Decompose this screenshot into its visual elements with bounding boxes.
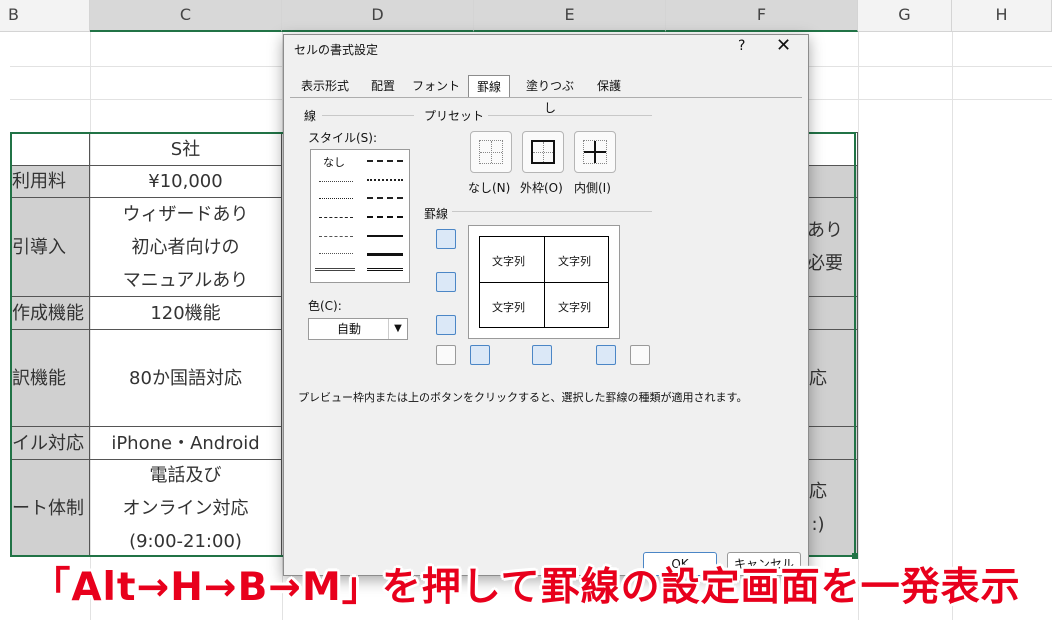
- tab-border[interactable]: 罫線: [468, 75, 510, 98]
- border-left-button[interactable]: [470, 345, 490, 365]
- column-header-f[interactable]: F: [666, 0, 858, 32]
- tab-font[interactable]: フォント: [412, 75, 460, 97]
- close-icon[interactable]: ✕: [776, 35, 791, 56]
- border-middle-h-button[interactable]: [436, 272, 456, 292]
- border-right-button[interactable]: [596, 345, 616, 365]
- preset-outline-label: 外枠(O): [520, 181, 563, 195]
- tab-protection[interactable]: 保護: [590, 75, 628, 97]
- style-label: スタイル(S):: [308, 131, 378, 145]
- column-header-g[interactable]: G: [858, 0, 952, 32]
- column-header-b[interactable]: B: [0, 0, 90, 32]
- preview-text: 文字列: [558, 301, 591, 314]
- preset-inside-label: 内側(I): [574, 181, 611, 195]
- dialog-title: セルの書式設定: [294, 43, 379, 57]
- table-cell: ¥10,000: [90, 166, 282, 198]
- column-header-c[interactable]: C: [90, 0, 282, 32]
- preset-none-button[interactable]: [470, 131, 512, 173]
- table-cell: 80か国語対応: [90, 330, 282, 427]
- table-cell: 電話及び オンライン対応 (9:00-21:00): [90, 460, 282, 557]
- color-label: 色(C):: [308, 299, 342, 313]
- color-dropdown[interactable]: 自動 ▼: [308, 318, 408, 340]
- chevron-down-icon: ▼: [388, 319, 407, 339]
- border-top-button[interactable]: [436, 229, 456, 249]
- border-none-icon: [479, 140, 503, 164]
- table-cell: iPhone・Android: [90, 427, 282, 460]
- table-header-empty: [10, 132, 90, 166]
- hint-text: プレビュー枠内または上のボタンをクリックすると、選択した罫線の種類が適用されます…: [298, 391, 748, 404]
- border-diag-up-button[interactable]: [436, 345, 456, 365]
- tab-number[interactable]: 表示形式: [294, 75, 356, 97]
- table-row-label: 利用料: [10, 166, 90, 198]
- preset-outline-button[interactable]: [522, 131, 564, 173]
- table-row-label: ート体制: [10, 460, 90, 557]
- border-inside-icon: [583, 140, 607, 164]
- preview-text: 文字列: [492, 255, 525, 268]
- border-diag-down-button[interactable]: [630, 345, 650, 365]
- preset-none-label: なし(N): [468, 181, 511, 195]
- line-group-label: 線: [304, 109, 317, 123]
- table-row-label: 訳機能: [10, 330, 90, 427]
- table-row-label: イル対応: [10, 427, 90, 460]
- preset-inside-button[interactable]: [574, 131, 616, 173]
- caption-banner: 「Alt→H→B→M」を押して罫線の設定画面を一発表示: [31, 565, 1021, 610]
- column-header-h[interactable]: H: [952, 0, 1052, 32]
- table-header-s-company: S社: [90, 132, 282, 166]
- preview-text: 文字列: [492, 301, 525, 314]
- table-row-label: 作成機能: [10, 297, 90, 330]
- column-header-d[interactable]: D: [282, 0, 474, 32]
- border-middle-v-button[interactable]: [532, 345, 552, 365]
- line-style-list[interactable]: なし: [310, 149, 410, 283]
- border-group-label: 罫線: [424, 207, 449, 221]
- tab-fill[interactable]: 塗りつぶし: [520, 75, 580, 115]
- column-header-e[interactable]: E: [474, 0, 666, 32]
- help-icon[interactable]: ?: [738, 38, 745, 54]
- format-cells-dialog: セルの書式設定 ? ✕ 表示形式 配置 フォント 罫線 塗りつぶし 保護 線 ス…: [283, 34, 809, 576]
- border-outline-icon: [531, 140, 555, 164]
- preset-group-label: プリセット: [424, 109, 485, 123]
- style-none[interactable]: なし: [323, 154, 345, 170]
- table-cell: ウィザードあり 初心者向けの マニュアルあり: [90, 198, 282, 297]
- table-cell: 120機能: [90, 297, 282, 330]
- border-preview[interactable]: 文字列 文字列 文字列 文字列: [468, 225, 620, 339]
- color-value: 自動: [337, 322, 362, 336]
- tab-alignment[interactable]: 配置: [364, 75, 402, 97]
- preview-text: 文字列: [558, 255, 591, 268]
- table-row-label: 引導入: [10, 198, 90, 297]
- border-bottom-button[interactable]: [436, 315, 456, 335]
